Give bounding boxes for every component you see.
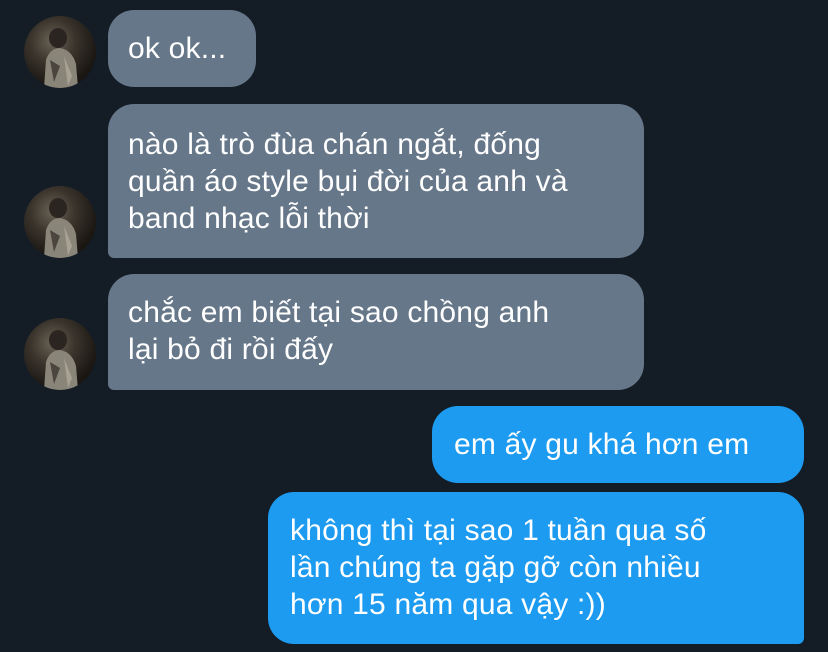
- message-text: lại bỏ đi rồi đấy: [128, 333, 334, 366]
- message-text: nào là trò đùa chán ngắt, đống: [128, 128, 541, 161]
- message-text: band nhạc lỗi thời: [128, 202, 370, 235]
- message-text: quần áo style bụi đời của anh và: [128, 165, 568, 198]
- message-text: không thì tại sao 1 tuần qua số: [290, 514, 707, 547]
- avatar-photo-icon: [44, 330, 78, 390]
- message-text: hơn 15 năm qua vậy :)): [290, 588, 606, 621]
- contact-avatar[interactable]: [24, 318, 96, 390]
- message-text: chắc em biết tại sao chồng anh: [128, 296, 550, 329]
- incoming-message-bubble[interactable]: chắc em biết tại sao chồng anh lại bỏ đi…: [108, 274, 644, 390]
- message-text: ok ok...: [128, 32, 227, 65]
- contact-avatar[interactable]: [24, 16, 96, 88]
- outgoing-message-bubble[interactable]: em ấy gu khá hơn em: [432, 406, 804, 483]
- incoming-message-bubble[interactable]: ok ok...: [108, 10, 256, 87]
- message-text: em ấy gu khá hơn em: [454, 428, 750, 461]
- message-text: lần chúng ta gặp gỡ còn nhiều: [290, 551, 701, 584]
- contact-avatar[interactable]: [24, 186, 96, 258]
- avatar-photo-icon: [44, 28, 78, 88]
- incoming-message-bubble[interactable]: nào là trò đùa chán ngắt, đống quần áo s…: [108, 104, 644, 258]
- avatar-photo-icon: [44, 198, 78, 258]
- outgoing-message-bubble[interactable]: không thì tại sao 1 tuần qua số lần chún…: [268, 492, 804, 644]
